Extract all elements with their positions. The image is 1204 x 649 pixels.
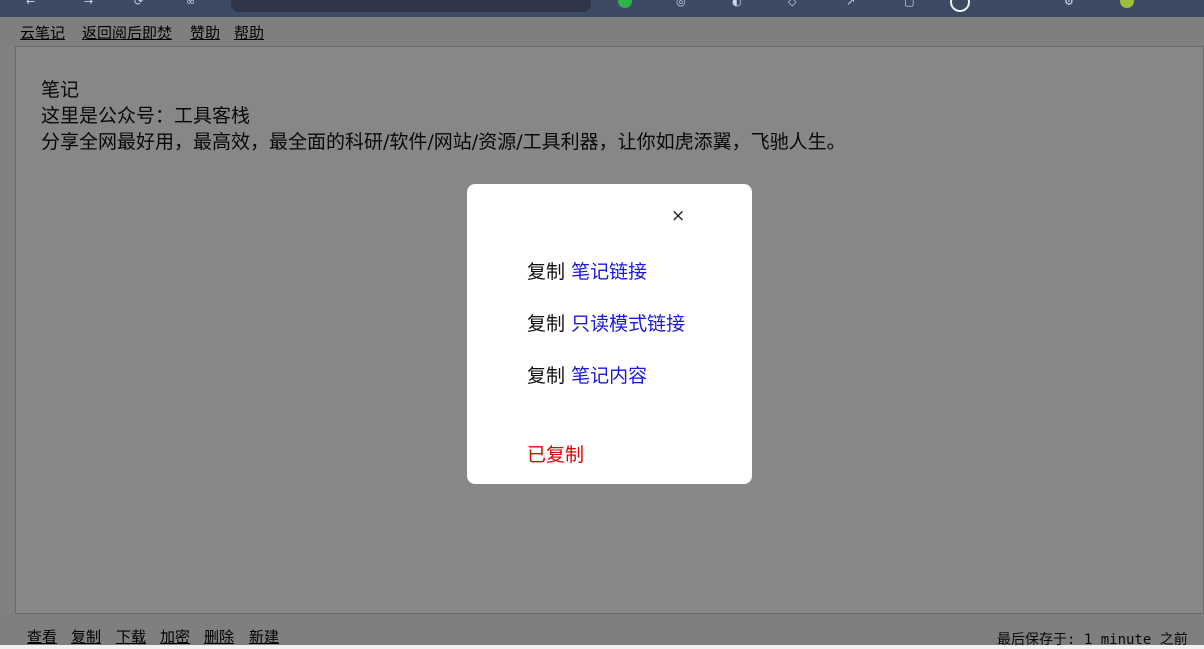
forward-icon[interactable]: → bbox=[84, 0, 93, 8]
favorites-icon[interactable]: ◐ bbox=[732, 0, 742, 8]
copy-verb-label: 复制 bbox=[527, 365, 566, 387]
copy-verb-label: 复制 bbox=[527, 313, 566, 335]
collections-icon[interactable]: ◇ bbox=[788, 0, 796, 8]
downloads-icon[interactable]: ▢ bbox=[904, 0, 914, 8]
note-content-button[interactable]: 笔记内容 bbox=[571, 365, 647, 387]
reader-icon[interactable]: ◎ bbox=[676, 0, 686, 8]
browser-toolbar: ← → ⟳ ∞ ◎ ◐ ◇ ↗ ▢ ⚙ bbox=[0, 0, 1204, 17]
note-link-button[interactable]: 笔记链接 bbox=[571, 261, 647, 283]
refresh-icon[interactable]: ⟳ bbox=[134, 0, 143, 8]
close-icon[interactable]: × bbox=[671, 207, 685, 225]
copy-dialog: × 复制 笔记链接 复制 只读模式链接 复制 笔记内容 已复制 bbox=[467, 184, 752, 484]
avatar[interactable] bbox=[1120, 0, 1134, 8]
copy-option-note-link[interactable]: 复制 笔记链接 bbox=[527, 257, 647, 284]
copy-option-note-content[interactable]: 复制 笔记内容 bbox=[527, 361, 647, 388]
settings-icon[interactable]: ⚙ bbox=[1064, 0, 1074, 8]
copied-status: 已复制 bbox=[527, 444, 585, 466]
share-icon[interactable]: ↗ bbox=[846, 0, 855, 8]
readonly-link-button[interactable]: 只读模式链接 bbox=[571, 313, 685, 335]
back-icon[interactable]: ← bbox=[26, 0, 35, 8]
account-icon[interactable] bbox=[950, 0, 970, 12]
copy-verb-label: 复制 bbox=[527, 261, 566, 283]
profile-extension-icon[interactable] bbox=[618, 0, 632, 8]
address-bar[interactable] bbox=[231, 0, 591, 12]
copy-option-readonly-link[interactable]: 复制 只读模式链接 bbox=[527, 309, 685, 336]
extensions-icon[interactable]: ∞ bbox=[186, 0, 195, 8]
